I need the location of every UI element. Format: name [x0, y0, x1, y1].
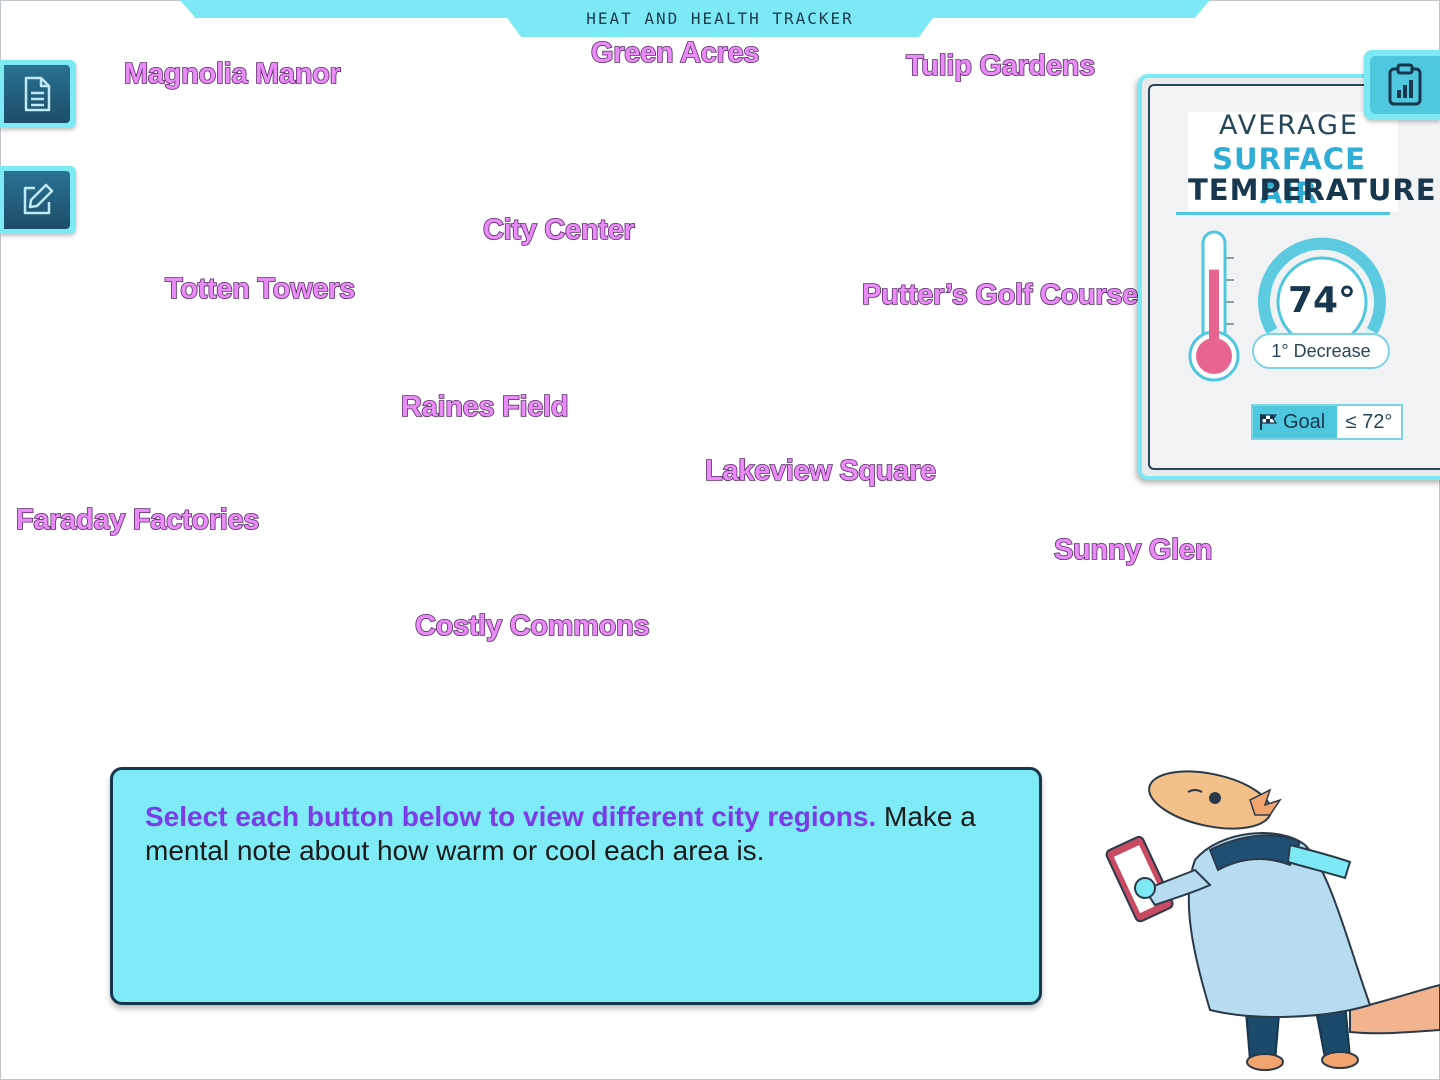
thermometer-icon: [1188, 230, 1240, 382]
region-costly-commons[interactable]: Costly Commons: [414, 609, 650, 643]
temperature-change-badge: 1° Decrease: [1252, 333, 1390, 369]
region-green-acres[interactable]: Green Acres: [590, 36, 760, 70]
app-title: HEAT AND HEALTH TRACKER: [586, 9, 854, 28]
region-raines-field[interactable]: Raines Field: [400, 390, 569, 424]
stats-button[interactable]: [1364, 50, 1440, 120]
instruction-box: Select each button below to view differe…: [110, 767, 1042, 1005]
region-city-center[interactable]: City Center: [482, 213, 635, 247]
region-magnolia-manor[interactable]: Magnolia Manor: [123, 57, 341, 91]
panel-title-temperature: TEMPERATURE: [1188, 173, 1437, 207]
document-icon: [24, 76, 51, 112]
axolotl-scientist-mascot: [1105, 770, 1440, 1071]
goal-value: ≤ 72°: [1345, 410, 1393, 433]
goal-label: Goal: [1283, 410, 1326, 433]
checkered-flag-icon: [1260, 414, 1278, 430]
region-sunny-glen[interactable]: Sunny Glen: [1053, 533, 1213, 567]
goal-indicator: Goal ≤ 72°: [1251, 404, 1403, 440]
clipboard-chart-icon: [1388, 63, 1422, 106]
panel-title-average: AVERAGE: [1219, 110, 1359, 141]
pencil-edit-icon: [23, 183, 54, 215]
instruction-highlight: Select each button below to view differe…: [145, 801, 877, 832]
title-rule: [1176, 212, 1390, 215]
notes-button[interactable]: [0, 60, 76, 128]
temperature-value: 74°: [1287, 280, 1357, 321]
goal-label-cell: Goal: [1253, 406, 1337, 438]
region-totten-towers[interactable]: Totten Towers: [164, 272, 356, 306]
region-lakeview-square[interactable]: Lakeview Square: [704, 454, 937, 488]
region-putters-golf-course[interactable]: Putter’s Golf Course: [861, 278, 1139, 312]
edit-button[interactable]: [0, 166, 76, 234]
region-faraday-factories[interactable]: Faraday Factories: [15, 503, 260, 537]
region-tulip-gardens[interactable]: Tulip Gardens: [905, 49, 1096, 83]
